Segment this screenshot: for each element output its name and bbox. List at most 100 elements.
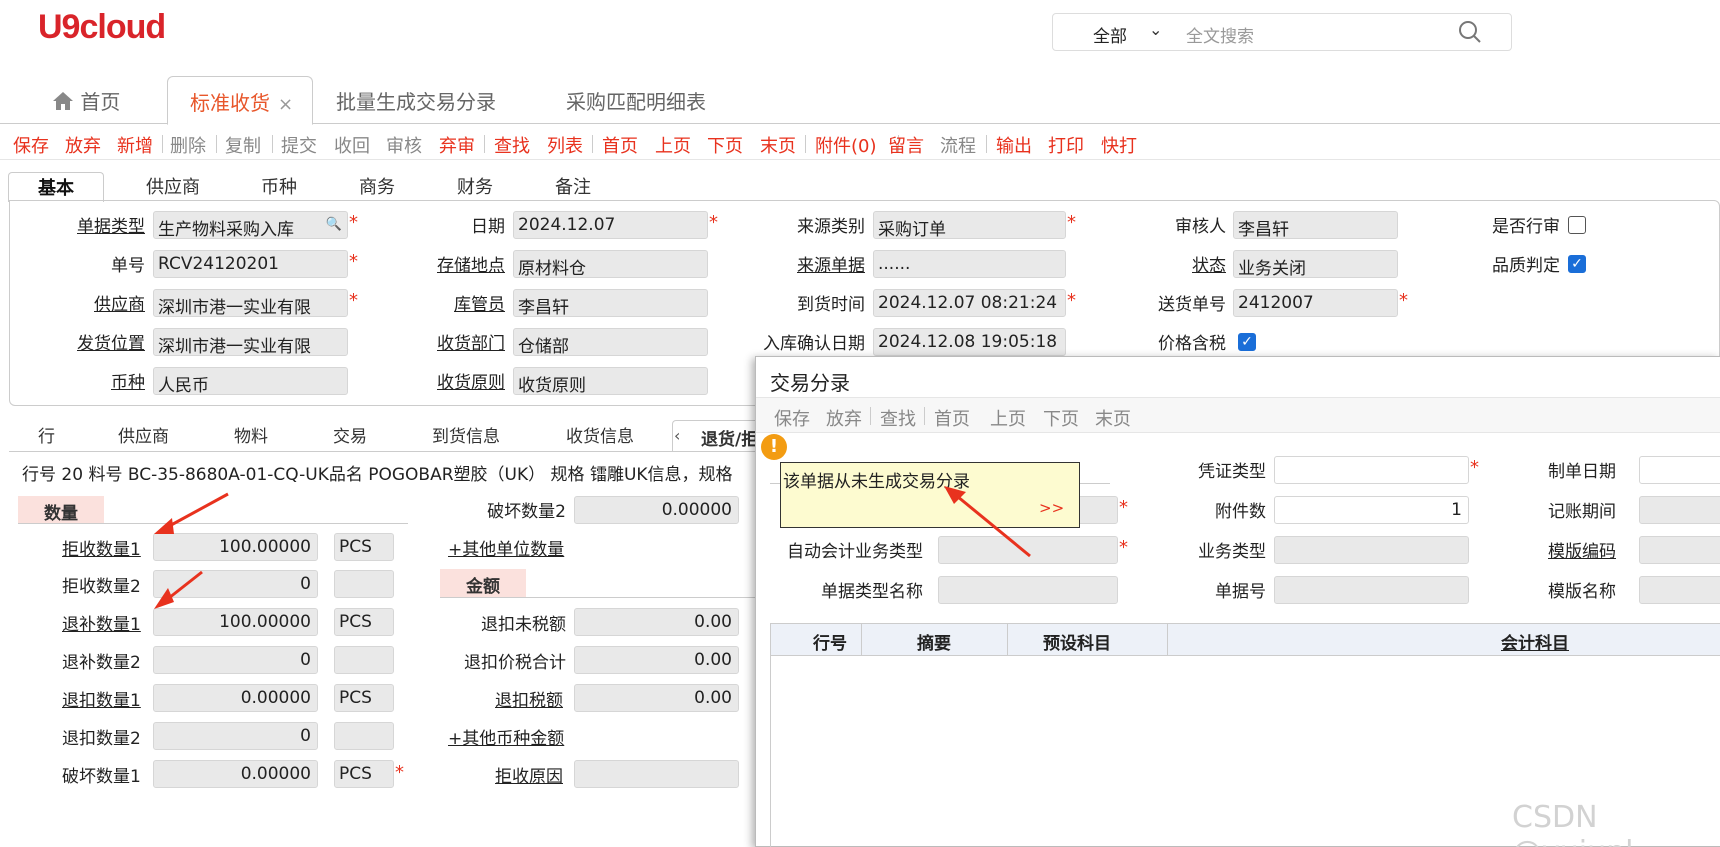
find-button[interactable]: 查找 bbox=[494, 132, 530, 158]
save-button[interactable]: 保存 bbox=[13, 132, 49, 158]
doc-no-field[interactable]: RCV24120201 bbox=[153, 250, 348, 278]
storage-field[interactable]: 原材料仓 bbox=[513, 250, 708, 278]
attachment-count-field[interactable]: 1 bbox=[1274, 496, 1469, 524]
chevron-down-icon[interactable]: ⌄ bbox=[1149, 20, 1162, 39]
discard-button[interactable]: 放弃 bbox=[65, 132, 101, 158]
tab-basic[interactable]: 基本 bbox=[8, 172, 104, 202]
refill-qty2-field[interactable]: 0 bbox=[153, 646, 318, 674]
col-row-no[interactable]: 行号 bbox=[813, 629, 847, 654]
receiving-principle-field[interactable]: 收货原则 bbox=[513, 367, 708, 395]
submit-button[interactable]: 提交 bbox=[281, 132, 317, 158]
template-name-field[interactable] bbox=[1639, 576, 1720, 604]
unapprove-button[interactable]: 弃审 bbox=[439, 132, 475, 158]
ship-location-field[interactable]: 深圳市港一实业有限 bbox=[153, 328, 348, 356]
line-tab-row[interactable]: 行 bbox=[38, 422, 55, 447]
first-page-button[interactable]: 首页 bbox=[602, 132, 638, 158]
reject-qty2-field[interactable]: 0 bbox=[153, 570, 318, 598]
tab-remarks[interactable]: 备注 bbox=[538, 172, 608, 202]
supplier-label[interactable]: 供应商 bbox=[60, 290, 145, 315]
currency-field[interactable]: 人民币 bbox=[153, 367, 348, 395]
tab-home[interactable]: 首页 bbox=[52, 76, 120, 124]
dialog-last-button[interactable]: 末页 bbox=[1095, 405, 1131, 431]
keeper-field[interactable]: 李昌轩 bbox=[513, 289, 708, 317]
confirm-date-field[interactable]: 2024.12.08 19:05:18 bbox=[873, 328, 1066, 356]
tab-business[interactable]: 商务 bbox=[342, 172, 412, 202]
next-page-button[interactable]: 下页 bbox=[707, 132, 743, 158]
make-date-field[interactable] bbox=[1639, 456, 1720, 484]
currency-label[interactable]: 币种 bbox=[60, 368, 145, 393]
tab-supplier[interactable]: 供应商 bbox=[128, 172, 218, 202]
row-review-checkbox[interactable] bbox=[1568, 216, 1586, 234]
deduct-qty2-field[interactable]: 0 bbox=[153, 722, 318, 750]
biz-type-field[interactable] bbox=[1274, 536, 1469, 564]
refill-qty1-field[interactable]: 100.00000 bbox=[153, 608, 318, 636]
storage-label[interactable]: 存储地点 bbox=[410, 251, 505, 276]
search-input[interactable]: 全文搜索 bbox=[1186, 22, 1254, 47]
message-button[interactable]: 留言 bbox=[888, 132, 924, 158]
supplier-field[interactable]: 深圳市港一实业有限 bbox=[153, 289, 348, 317]
template-code-field[interactable] bbox=[1639, 536, 1720, 564]
deduct-tax-label[interactable]: 退扣税额 bbox=[495, 686, 563, 711]
workflow-button[interactable]: 流程 bbox=[940, 132, 976, 158]
dialog-first-button[interactable]: 首页 bbox=[934, 405, 970, 431]
source-type-field[interactable]: 采购订单 bbox=[873, 211, 1066, 239]
line-tab-arrival[interactable]: 到货信息 bbox=[432, 422, 500, 447]
reject-qty2-unit[interactable] bbox=[334, 570, 394, 598]
list-button[interactable]: 列表 bbox=[547, 132, 583, 158]
tab-currency[interactable]: 币种 bbox=[244, 172, 314, 202]
tab-batch-entries[interactable]: 批量生成交易分录 bbox=[336, 76, 496, 124]
deduct-qty1-label[interactable]: 退扣数量1 bbox=[62, 686, 141, 711]
dialog-save-button[interactable]: 保存 bbox=[774, 405, 810, 431]
damage-qty1-unit[interactable]: PCS bbox=[334, 760, 394, 788]
reject-qty1-field[interactable]: 100.00000 bbox=[153, 533, 318, 561]
recall-button[interactable]: 收回 bbox=[334, 132, 370, 158]
deduct-qty1-unit[interactable]: PCS bbox=[334, 684, 394, 712]
last-page-button[interactable]: 末页 bbox=[760, 132, 796, 158]
quick-print-button[interactable]: 快打 bbox=[1101, 132, 1137, 158]
delete-button[interactable]: 删除 bbox=[170, 132, 206, 158]
dialog-find-button[interactable]: 查找 bbox=[880, 405, 916, 431]
source-doc-label[interactable]: 来源单据 bbox=[740, 251, 865, 276]
receiving-principle-label[interactable]: 收货原则 bbox=[410, 368, 505, 393]
search-icon[interactable]: 🔍 bbox=[326, 217, 342, 232]
doc-type-label[interactable]: 单据类型 bbox=[60, 212, 145, 237]
line-tab-trade[interactable]: 交易 bbox=[333, 422, 367, 447]
warning-icon[interactable]: ! bbox=[761, 434, 787, 460]
dialog-next-button[interactable]: 下页 bbox=[1043, 405, 1079, 431]
copy-button[interactable]: 复制 bbox=[225, 132, 261, 158]
prev-page-button[interactable]: 上页 bbox=[655, 132, 691, 158]
deduct-net-field[interactable]: 0.00 bbox=[574, 608, 739, 636]
other-units-link[interactable]: +其他单位数量 bbox=[448, 535, 564, 560]
approve-button[interactable]: 审核 bbox=[386, 132, 422, 158]
tab-finance[interactable]: 财务 bbox=[440, 172, 510, 202]
reviewer-field[interactable]: 李昌轩 bbox=[1233, 211, 1398, 239]
deduct-tax-field[interactable]: 0.00 bbox=[574, 684, 739, 712]
reject-reason-select[interactable] bbox=[574, 760, 739, 788]
receiving-dept-label[interactable]: 收货部门 bbox=[410, 329, 505, 354]
source-doc-field[interactable]: ...... bbox=[873, 250, 1066, 278]
reject-reason-label[interactable]: 拒收原因 bbox=[495, 762, 563, 787]
tab-purchase-match[interactable]: 采购匹配明细表 bbox=[566, 76, 706, 124]
damage-qty2-field[interactable]: 0.00000 bbox=[574, 496, 739, 524]
col-account-subject[interactable]: 会计科目 bbox=[1501, 629, 1569, 654]
doc-type-field[interactable]: 生产物料采购入库 🔍 bbox=[153, 211, 348, 239]
other-currency-link[interactable]: +其他币种金额 bbox=[448, 724, 564, 749]
receiving-dept-field[interactable]: 仓储部 bbox=[513, 328, 708, 356]
search-icon[interactable] bbox=[1457, 19, 1483, 45]
auto-acct-type-field[interactable] bbox=[938, 536, 1118, 564]
deduct-qty1-field[interactable]: 0.00000 bbox=[153, 684, 318, 712]
doc-no-dialog-field[interactable] bbox=[1274, 576, 1469, 604]
dialog-discard-button[interactable]: 放弃 bbox=[826, 405, 862, 431]
voucher-type-field[interactable] bbox=[1274, 456, 1469, 484]
search-scope-select[interactable]: 全部 bbox=[1093, 22, 1127, 47]
deduct-total-field[interactable]: 0.00 bbox=[574, 646, 739, 674]
quality-judge-checkbox[interactable]: ✓ bbox=[1568, 255, 1586, 273]
arrival-time-field[interactable]: 2024.12.07 08:21:24 bbox=[873, 289, 1066, 317]
print-button[interactable]: 打印 bbox=[1048, 132, 1084, 158]
deduct-qty2-unit[interactable] bbox=[334, 722, 394, 750]
doc-type-name-field[interactable] bbox=[938, 576, 1118, 604]
attachment-button[interactable]: 附件(0) bbox=[815, 132, 877, 158]
keeper-label[interactable]: 库管员 bbox=[410, 290, 505, 315]
line-tab-receiving[interactable]: 收货信息 bbox=[566, 422, 634, 447]
close-icon[interactable]: × bbox=[278, 94, 293, 115]
